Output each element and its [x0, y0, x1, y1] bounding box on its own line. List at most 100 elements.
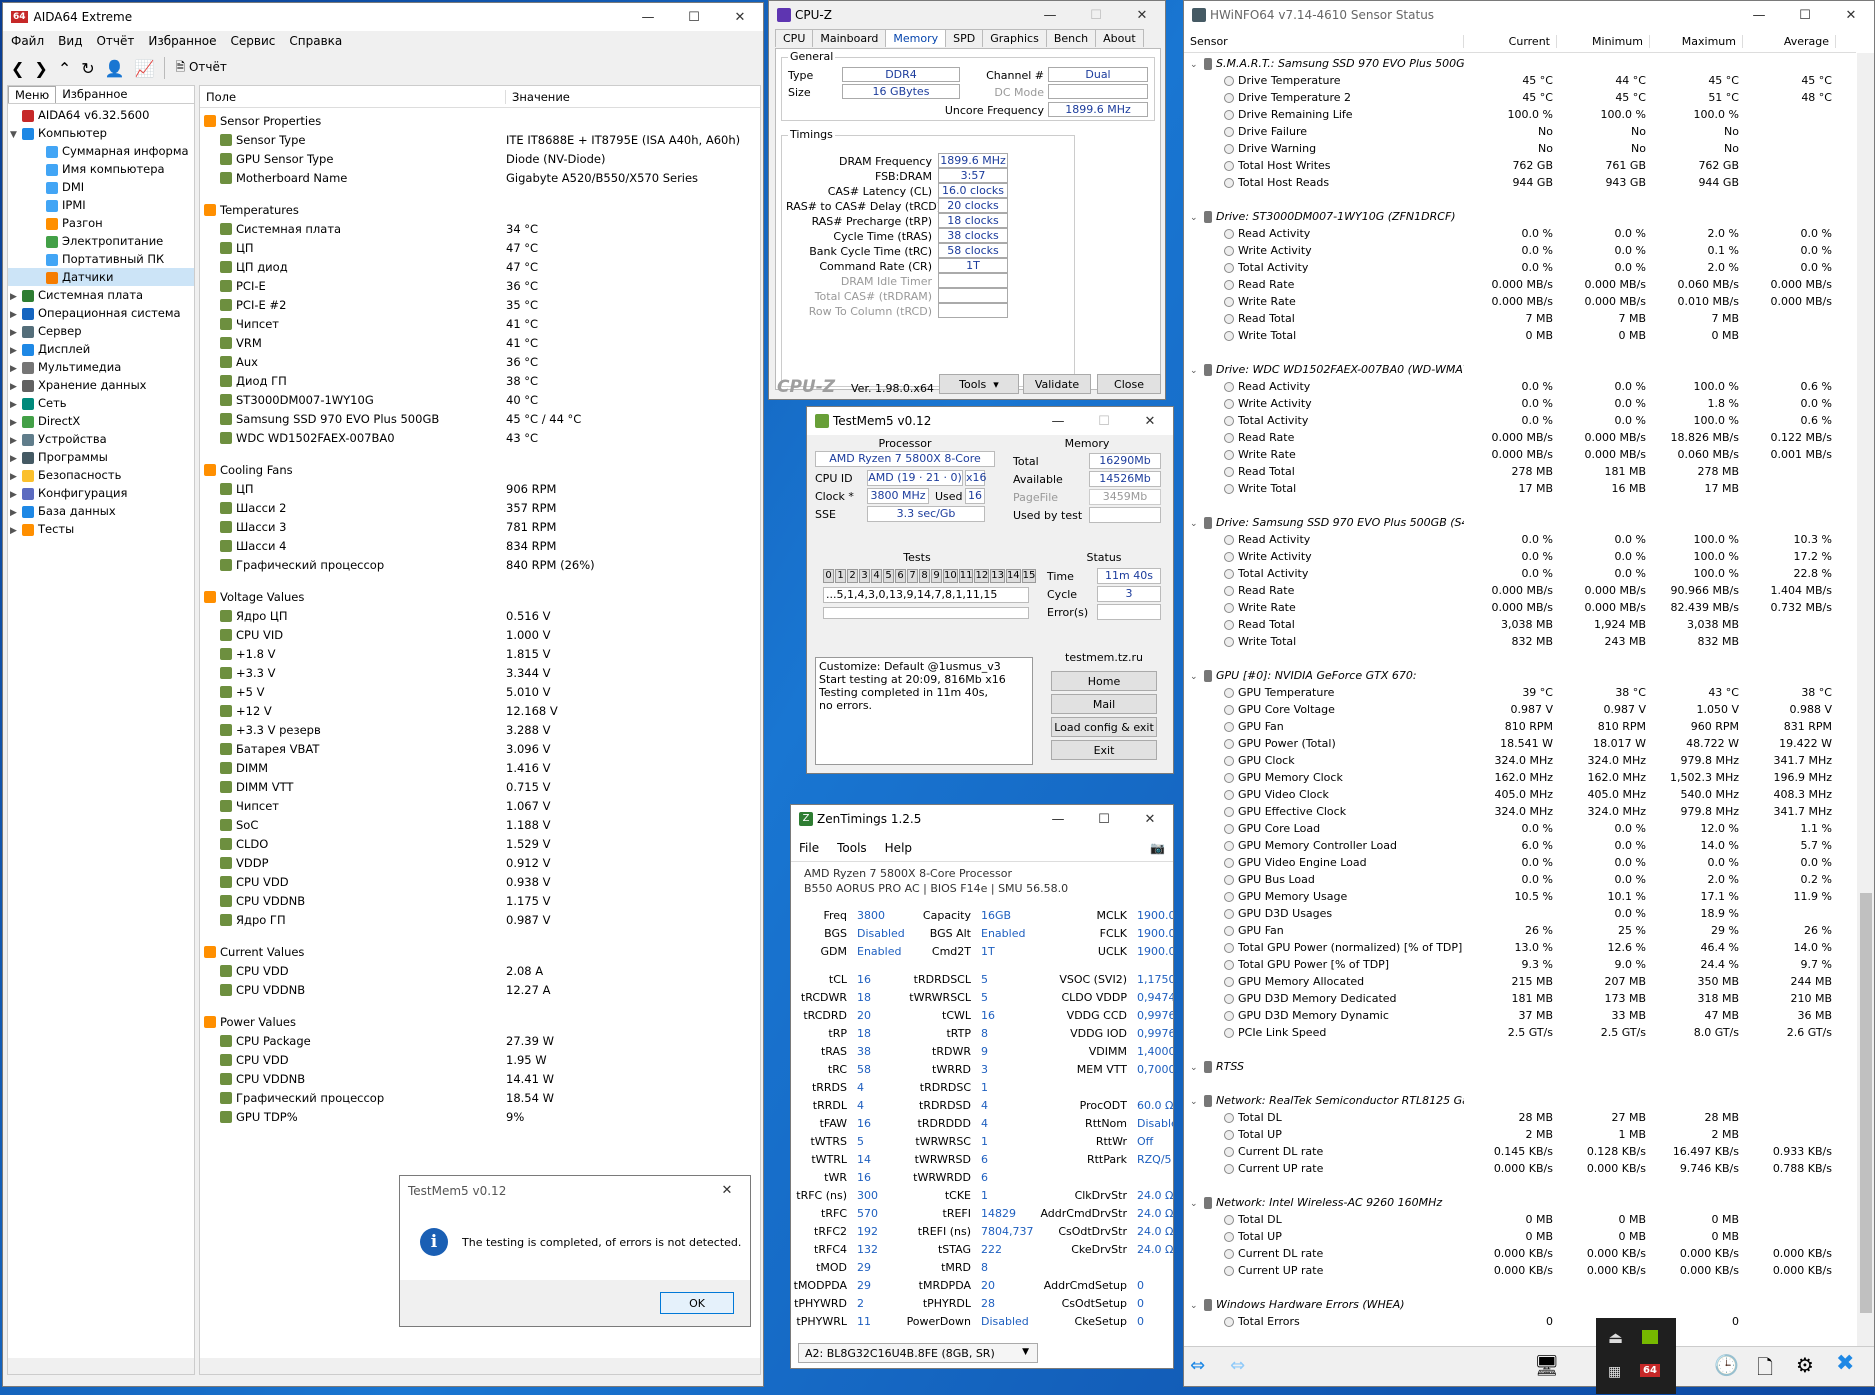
sensor-row[interactable]: GPU Core Voltage 0.987 V 0.987 V 1.050 V 0.9…: [1184, 701, 1856, 718]
tree-item[interactable]: ▶ База данных: [8, 502, 194, 520]
menu-item[interactable]: Справка: [289, 34, 342, 48]
sensor-row[interactable]: GPU D3D Memory Dedicated 181 MB 173 MB 318 …: [1184, 990, 1856, 1007]
table-row[interactable]: Шасси 3 781 RPM: [200, 517, 760, 536]
sensor-row[interactable]: Read Rate 0.000 MB/s 0.000 MB/s 0.060 MB/s 0…: [1184, 276, 1856, 293]
chart-icon[interactable]: 📈: [135, 59, 155, 78]
sensor-row[interactable]: Total UP 0 MB 0 MB 0 MB: [1184, 1228, 1856, 1245]
sensor-row[interactable]: GPU Memory Clock 162.0 MHz 162.0 MHz 1,502.…: [1184, 769, 1856, 786]
sensor-row[interactable]: Read Rate 0.000 MB/s 0.000 MB/s 18.826 MB/s…: [1184, 429, 1856, 446]
sensor-row[interactable]: GPU Fan 810 RPM 810 RPM 960 RPM 831 RPM: [1184, 718, 1856, 735]
table-row[interactable]: CPU VDDNB 14.41 W: [200, 1069, 760, 1088]
table-row[interactable]: DIMM VTT 0.715 V: [200, 777, 760, 796]
table-row[interactable]: ST3000DM007-1WY10G 40 °C: [200, 390, 760, 409]
sensor-row[interactable]: Read Rate 0.000 MB/s 0.000 MB/s 90.966 MB/s…: [1184, 582, 1856, 599]
table-row[interactable]: Шасси 4 834 RPM: [200, 536, 760, 555]
user-icon[interactable]: 👤: [105, 59, 125, 78]
scrollbar-thumb[interactable]: [1860, 893, 1872, 1313]
tree-item[interactable]: ▶ Сеть: [8, 394, 194, 412]
tab-bench[interactable]: Bench: [1045, 29, 1097, 47]
collapse-arrow-icon[interactable]: ⌄: [1190, 672, 1204, 682]
tree-item[interactable]: Портативный ПК: [8, 250, 194, 268]
menu-item[interactable]: Файл: [11, 34, 44, 48]
tree-item[interactable]: Датчики: [8, 268, 194, 286]
tree-item[interactable]: Электропитание: [8, 232, 194, 250]
collapse-arrow-icon[interactable]: ⌄: [1190, 213, 1204, 223]
close-button[interactable]: Close: [1097, 374, 1161, 394]
sensor-row[interactable]: Total UP 2 MB 1 MB 2 MB: [1184, 1126, 1856, 1143]
table-row[interactable]: PCI-E #2 35 °C: [200, 295, 760, 314]
previous-sensor-icon[interactable]: ⇔: [1190, 1355, 1205, 1376]
table-row[interactable]: Батарея VBAT 3.096 V: [200, 739, 760, 758]
sensor-row[interactable]: GPU D3D Memory Dynamic 37 MB 33 MB 47 MB 36 …: [1184, 1007, 1856, 1024]
table-row[interactable]: VRM 41 °C: [200, 333, 760, 352]
sensor-row[interactable]: Write Total 832 MB 243 MB 832 MB: [1184, 633, 1856, 650]
sensor-row[interactable]: Current UP rate 0.000 KB/s 0.000 KB/s 0.000…: [1184, 1262, 1856, 1279]
sensor-row[interactable]: Total Activity 0.0 % 0.0 % 2.0 % 0.0 %: [1184, 259, 1856, 276]
table-row[interactable]: GPU Sensor Type Diode (NV-Diode): [200, 149, 760, 168]
close-icon[interactable]: ✕: [1127, 805, 1173, 833]
validate-button[interactable]: Validate: [1023, 374, 1091, 394]
table-row[interactable]: Чипсет 1.067 V: [200, 796, 760, 815]
table-row[interactable]: VDDP 0.912 V: [200, 853, 760, 872]
table-row[interactable]: +1.8 V 1.815 V: [200, 644, 760, 663]
tree-item[interactable]: ▶ DirectX: [8, 412, 194, 430]
sensor-group[interactable]: ⌄ Drive: ST3000DM007-1WY10G (ZFN1DRCF): [1184, 208, 1856, 225]
sensor-group[interactable]: ⌄ GPU [#0]: NVIDIA GeForce GTX 670:: [1184, 667, 1856, 684]
exit-button[interactable]: Exit: [1051, 740, 1157, 760]
table-row[interactable]: Ядро ЦП 0.516 V: [200, 606, 760, 625]
table-row[interactable]: +3.3 V 3.344 V: [200, 663, 760, 682]
maximize-icon[interactable]: ☐: [1073, 1, 1119, 29]
tree-item[interactable]: Имя компьютера: [8, 160, 194, 178]
sensor-row[interactable]: GPU Core Load 0.0 % 0.0 % 12.0 % 1.1 %: [1184, 820, 1856, 837]
close-icon[interactable]: ✕: [1828, 1, 1874, 29]
table-row[interactable]: CPU VDD 0.938 V: [200, 872, 760, 891]
sensor-row[interactable]: Total Activity 0.0 % 0.0 % 100.0 % 22.8 %: [1184, 565, 1856, 582]
sensor-row[interactable]: Current DL rate 0.000 KB/s 0.000 KB/s 0.000…: [1184, 1245, 1856, 1262]
sensor-row[interactable]: GPU Memory Allocated 215 MB 207 MB 350 MB 24…: [1184, 973, 1856, 990]
monitor-icon[interactable]: 🖥: [1534, 1353, 1559, 1377]
tab-menu[interactable]: Меню: [8, 86, 57, 103]
mail-button[interactable]: Mail: [1051, 694, 1157, 714]
group-header[interactable]: Voltage Values: [200, 587, 760, 606]
sensor-group[interactable]: ⌄ Network: Intel Wireless-AC 9260 160MHz: [1184, 1194, 1856, 1211]
table-row[interactable]: CPU VDD 2.08 A: [200, 961, 760, 980]
sensor-row[interactable]: Read Activity 0.0 % 0.0 % 100.0 % 10.3 %: [1184, 531, 1856, 548]
menu-item[interactable]: Help: [885, 841, 912, 855]
sensor-row[interactable]: GPU Bus Load 0.0 % 0.0 % 2.0 % 0.2 %: [1184, 871, 1856, 888]
sensor-row[interactable]: Total GPU Power (normalized) [% of TDP] 1…: [1184, 939, 1856, 956]
tree-item[interactable]: ▶ Программы: [8, 448, 194, 466]
collapse-arrow-icon[interactable]: ⌄: [1190, 1097, 1204, 1107]
tree-item[interactable]: ▶ Хранение данных: [8, 376, 194, 394]
menu-item[interactable]: Tools: [837, 841, 867, 855]
next-sensor-icon[interactable]: ⇔: [1230, 1355, 1245, 1376]
tree-item[interactable]: ▶ Системная плата: [8, 286, 194, 304]
refresh-icon[interactable]: ↻: [81, 59, 94, 78]
clock-icon[interactable]: 🕒: [1714, 1353, 1739, 1377]
table-row[interactable]: Ядро ГП 0.987 V: [200, 910, 760, 929]
tree-item[interactable]: ▶ Мультимедиа: [8, 358, 194, 376]
tree-item[interactable]: AIDA64 v6.32.5600: [8, 106, 194, 124]
table-row[interactable]: CLDO 1.529 V: [200, 834, 760, 853]
maximize-icon[interactable]: ☐: [671, 3, 717, 31]
column-header-current[interactable]: Current: [1464, 35, 1557, 48]
sensor-row[interactable]: Total DL 0 MB 0 MB 0 MB: [1184, 1211, 1856, 1228]
table-row[interactable]: Sensor Type ITE IT8688E + IT8795E (ISA A4…: [200, 130, 760, 149]
table-row[interactable]: Чипсет 41 °C: [200, 314, 760, 333]
menu-item[interactable]: Сервис: [231, 34, 276, 48]
table-row[interactable]: SoC 1.188 V: [200, 815, 760, 834]
tab-favorites[interactable]: Избранное: [56, 86, 133, 103]
collapse-arrow-icon[interactable]: ⌄: [1190, 366, 1204, 376]
home-button[interactable]: Home: [1051, 671, 1157, 691]
table-row[interactable]: +3.3 V резерв 3.288 V: [200, 720, 760, 739]
sensor-row[interactable]: Total Host Reads 944 GB 943 GB 944 GB: [1184, 174, 1856, 191]
sensor-group[interactable]: ⌄ Drive: WDC WD1502FAEX-007BA0 (WD-WMAY0.…: [1184, 361, 1856, 378]
table-row[interactable]: CPU VID 1.000 V: [200, 625, 760, 644]
usb-drive-icon[interactable]: ⏏: [1608, 1328, 1623, 1347]
sensor-row[interactable]: Read Total 7 MB 7 MB 7 MB: [1184, 310, 1856, 327]
sensor-group[interactable]: ⌄ Windows Hardware Errors (WHEA): [1184, 1296, 1856, 1313]
sensor-row[interactable]: Write Activity 0.0 % 0.0 % 100.0 % 17.2 %: [1184, 548, 1856, 565]
tree-item[interactable]: ▶ Устройства: [8, 430, 194, 448]
collapse-arrow-icon[interactable]: ⌄: [1190, 519, 1204, 529]
tree-item[interactable]: ▶ Операционная система: [8, 304, 194, 322]
sensor-row[interactable]: Current UP rate 0.000 KB/s 0.000 KB/s 9.746…: [1184, 1160, 1856, 1177]
